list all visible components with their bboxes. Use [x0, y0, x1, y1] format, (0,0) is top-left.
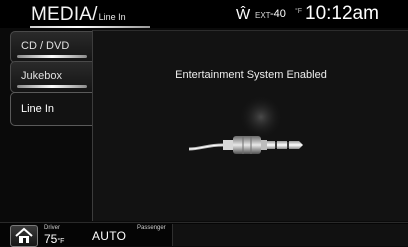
page-title-source: Line In — [98, 12, 126, 22]
status-header: MEDIA/Line In Ŵ EXT -40 °F 10:12am — [0, 0, 408, 28]
exterior-temp-unit: °F — [295, 8, 303, 15]
tab-cd-dvd[interactable]: CD / DVD — [10, 31, 93, 63]
tab-cd-dvd-indicator — [17, 55, 87, 58]
driver-temp-unit: °F — [57, 238, 65, 245]
page-title: MEDIA/Line In — [31, 5, 126, 27]
tab-cd-dvd-label: CD / DVD — [21, 40, 70, 52]
compass-w-icon: Ŵ — [236, 6, 251, 23]
home-button[interactable] — [10, 225, 38, 247]
exterior-temp-value: -40 — [270, 8, 286, 20]
driver-temp-value: 75 — [44, 232, 58, 246]
clock: 10:12am — [305, 3, 379, 24]
tab-line-in-label: Line In — [21, 103, 55, 115]
audio-jack-icon — [188, 95, 303, 154]
home-icon — [15, 227, 33, 243]
title-underline — [30, 26, 150, 28]
sync-media-screen: MEDIA/Line In Ŵ EXT -40 °F 10:12am CD / … — [0, 0, 408, 247]
driver-temp[interactable]: 75°F — [44, 232, 64, 246]
tab-jukebox-label: Jukebox — [21, 70, 62, 82]
tab-jukebox-indicator — [17, 85, 87, 88]
tab-jukebox[interactable]: Jukebox — [10, 61, 93, 93]
exterior-temp-label: EXT — [255, 11, 271, 20]
passenger-climate-zone[interactable] — [172, 224, 408, 246]
climate-bar: Driver 75°F AUTO Passenger — [0, 222, 408, 247]
climate-auto-button[interactable]: AUTO — [92, 229, 126, 243]
tab-line-in[interactable]: Line In — [10, 92, 93, 126]
page-title-main: MEDIA/ — [31, 4, 98, 25]
entertainment-status-text: Entertainment System Enabled — [175, 69, 327, 81]
main-content-panel: Entertainment System Enabled — [92, 30, 408, 221]
passenger-label: Passenger — [137, 225, 166, 231]
driver-label: Driver — [44, 225, 60, 231]
